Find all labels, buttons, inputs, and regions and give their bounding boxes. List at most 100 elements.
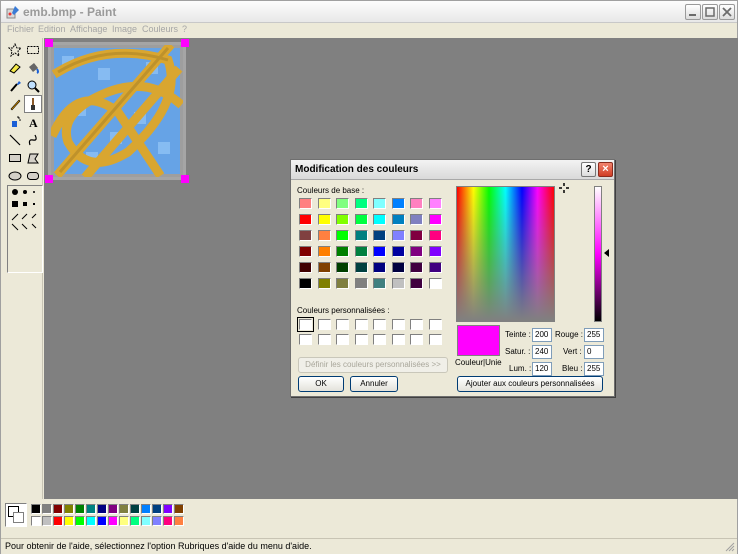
menu-edition[interactable]: Edition: [38, 24, 66, 34]
rectangle-tool[interactable]: [6, 149, 24, 167]
basic-color-swatch[interactable]: [354, 278, 368, 289]
basic-color-swatch[interactable]: [410, 262, 423, 273]
palette-swatch[interactable]: [152, 516, 162, 526]
close-window-button[interactable]: [719, 4, 735, 20]
custom-color-swatch[interactable]: [391, 319, 405, 330]
basic-color-swatch[interactable]: [354, 214, 368, 225]
basic-color-swatch[interactable]: [336, 246, 349, 257]
green-field[interactable]: 0: [584, 345, 604, 359]
palette-swatch[interactable]: [141, 516, 151, 526]
palette-swatch[interactable]: [119, 504, 129, 514]
palette-swatch[interactable]: [75, 516, 85, 526]
resize-handle[interactable]: [181, 175, 189, 183]
palette-swatch[interactable]: [64, 504, 74, 514]
basic-color-swatch[interactable]: [354, 198, 368, 209]
basic-color-swatch[interactable]: [373, 262, 386, 273]
basic-color-swatch[interactable]: [391, 198, 405, 209]
palette-swatch[interactable]: [174, 504, 184, 514]
basic-color-swatch[interactable]: [299, 214, 312, 225]
custom-color-swatch[interactable]: [428, 334, 442, 345]
rounded-rect-tool[interactable]: [24, 167, 42, 185]
custom-color-swatch[interactable]: [373, 334, 386, 345]
curve-tool[interactable]: [24, 131, 42, 149]
pencil-tool[interactable]: [6, 95, 24, 113]
menu-affichage[interactable]: Affichage: [70, 24, 107, 34]
ok-button[interactable]: OK: [298, 376, 344, 392]
basic-color-swatch[interactable]: [354, 230, 368, 241]
color-spectrum[interactable]: [456, 186, 555, 322]
basic-color-swatch[interactable]: [391, 214, 405, 225]
blue-field[interactable]: 255: [584, 362, 604, 376]
basic-color-swatch[interactable]: [299, 246, 312, 257]
palette-swatch[interactable]: [108, 504, 118, 514]
palette-swatch[interactable]: [86, 516, 96, 526]
basic-color-swatch[interactable]: [428, 262, 442, 273]
ellipse-tool[interactable]: [6, 167, 24, 185]
menu-couleurs[interactable]: Couleurs: [142, 24, 178, 34]
eraser-tool[interactable]: [6, 59, 24, 77]
fill-tool[interactable]: [24, 59, 42, 77]
palette-swatch[interactable]: [86, 504, 96, 514]
menu-fichier[interactable]: Fichier: [7, 24, 34, 34]
custom-color-swatch[interactable]: [336, 334, 349, 345]
brush-shape-options[interactable]: [7, 185, 43, 273]
luminosity-field[interactable]: 120: [532, 362, 552, 376]
basic-color-swatch[interactable]: [391, 230, 405, 241]
palette-swatch[interactable]: [31, 516, 41, 526]
palette-swatch[interactable]: [119, 516, 129, 526]
menu-help[interactable]: ?: [182, 24, 187, 34]
custom-color-swatch[interactable]: [336, 319, 349, 330]
basic-color-swatch[interactable]: [317, 198, 331, 209]
palette-swatch[interactable]: [97, 516, 107, 526]
basic-color-swatch[interactable]: [428, 278, 442, 289]
text-tool[interactable]: A: [24, 113, 42, 131]
help-button[interactable]: ?: [581, 162, 596, 177]
palette-swatch[interactable]: [163, 504, 173, 514]
basic-color-swatch[interactable]: [428, 246, 442, 257]
current-colors[interactable]: [5, 503, 27, 527]
basic-color-swatch[interactable]: [373, 214, 386, 225]
basic-color-swatch[interactable]: [336, 214, 349, 225]
red-field[interactable]: 255: [584, 328, 604, 342]
basic-color-swatch[interactable]: [299, 278, 312, 289]
basic-color-swatch[interactable]: [410, 198, 423, 209]
brush-tool[interactable]: [24, 95, 42, 113]
basic-color-swatch[interactable]: [428, 214, 442, 225]
palette-swatch[interactable]: [130, 504, 140, 514]
basic-color-swatch[interactable]: [373, 230, 386, 241]
basic-color-swatch[interactable]: [410, 278, 423, 289]
dialog-title-bar[interactable]: Modification des couleurs ? ×: [291, 160, 614, 180]
palette-swatch[interactable]: [97, 504, 107, 514]
palette-swatch[interactable]: [64, 516, 74, 526]
basic-color-swatch[interactable]: [391, 262, 405, 273]
rect-select-tool[interactable]: [24, 41, 42, 59]
basic-color-swatch[interactable]: [410, 214, 423, 225]
saturation-field[interactable]: 240: [532, 345, 552, 359]
basic-color-swatch[interactable]: [354, 246, 368, 257]
basic-color-swatch[interactable]: [299, 198, 312, 209]
custom-color-swatch[interactable]: [299, 334, 312, 345]
basic-color-swatch[interactable]: [336, 230, 349, 241]
custom-color-swatch[interactable]: [297, 317, 314, 332]
basic-color-swatch[interactable]: [317, 230, 331, 241]
basic-color-swatch[interactable]: [317, 246, 331, 257]
palette-swatch[interactable]: [141, 504, 151, 514]
basic-color-swatch[interactable]: [317, 262, 331, 273]
basic-color-swatch[interactable]: [317, 278, 331, 289]
magnifier-tool[interactable]: [24, 77, 42, 95]
airbrush-tool[interactable]: [6, 113, 24, 131]
basic-color-swatch[interactable]: [428, 198, 442, 209]
title-bar[interactable]: emb.bmp - Paint: [1, 1, 737, 23]
palette-swatch[interactable]: [152, 504, 162, 514]
minimize-button[interactable]: [685, 4, 701, 20]
polygon-tool[interactable]: [24, 149, 42, 167]
basic-color-swatch[interactable]: [317, 214, 331, 225]
basic-color-swatch[interactable]: [336, 262, 349, 273]
resize-handle[interactable]: [45, 39, 53, 47]
menu-image[interactable]: Image: [112, 24, 137, 34]
hue-field[interactable]: 200: [532, 328, 552, 342]
line-tool[interactable]: [6, 131, 24, 149]
custom-color-swatch[interactable]: [373, 319, 386, 330]
palette-swatch[interactable]: [42, 504, 52, 514]
custom-color-swatch[interactable]: [391, 334, 405, 345]
